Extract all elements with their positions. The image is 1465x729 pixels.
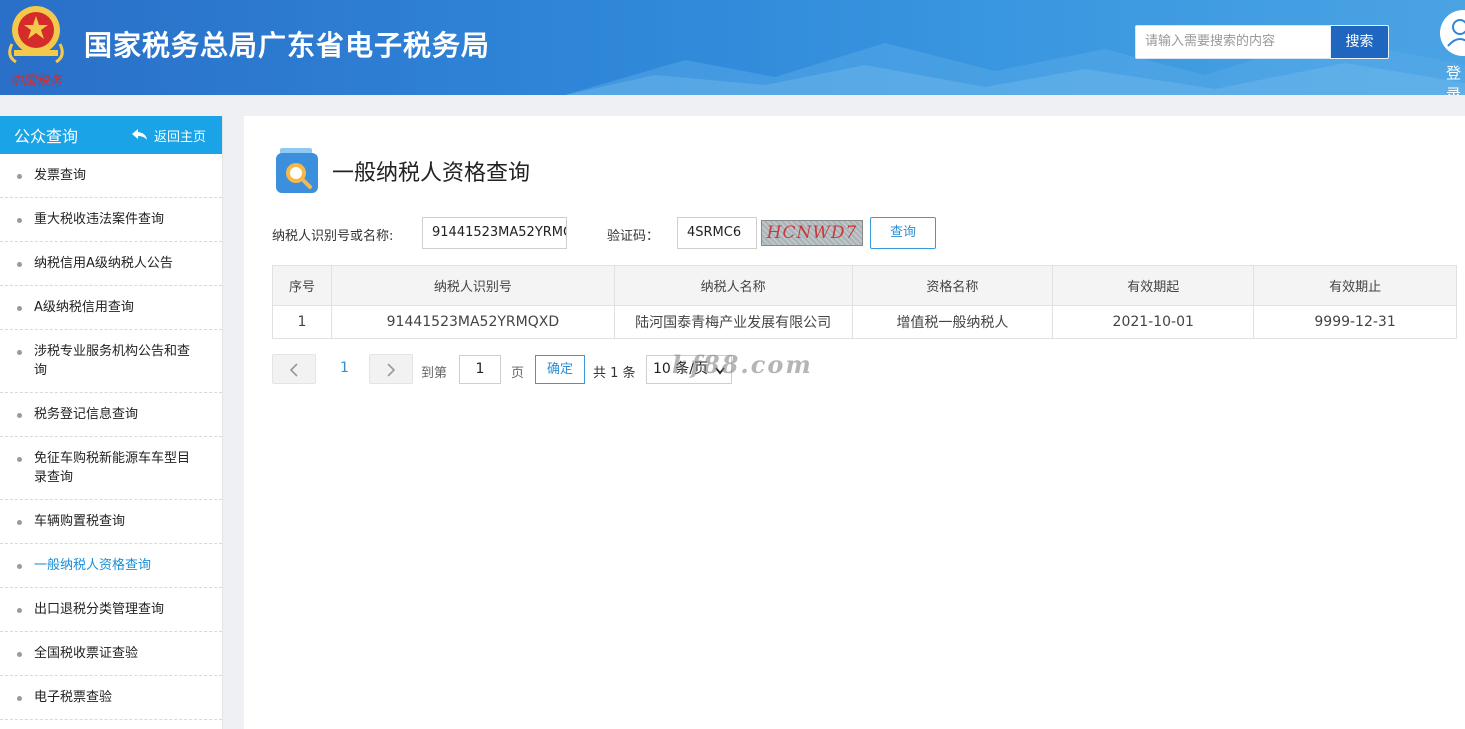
- sidebar-menu: 发票查询 重大税收违法案件查询 纳税信用A级纳税人公告 A级纳税信用查询 涉税专…: [0, 154, 222, 720]
- col-header-valid-to: 有效期止: [1253, 265, 1457, 306]
- sidebar-item-label: 全国税收票证查验: [34, 646, 139, 661]
- cell-taxpayer-name: 陆河国泰青梅产业发展有限公司: [613, 305, 853, 339]
- chevron-left-icon: [289, 363, 298, 377]
- next-page-button[interactable]: [369, 354, 413, 384]
- login-link[interactable]: 登录: [1446, 62, 1465, 95]
- site-title: 国家税务总局广东省电子税务局: [84, 29, 491, 62]
- sidebar-item-registration-info[interactable]: 税务登记信息查询: [0, 393, 222, 437]
- sidebar-item-ev-catalog[interactable]: 免征车购税新能源车车型目录查询: [0, 437, 222, 500]
- sidebar-item-tax-agency[interactable]: 涉税专业服务机构公告和查询: [0, 330, 222, 393]
- main-content: 一般纳税人资格查询 纳税人识别号或名称: 91441523MA52YRMQXD …: [244, 116, 1465, 729]
- page-header: 一般纳税人资格查询: [274, 148, 530, 194]
- query-button[interactable]: 查询: [870, 217, 936, 249]
- bullet-icon: [17, 608, 22, 613]
- bullet-icon: [17, 262, 22, 267]
- col-header-taxpayer-name: 纳税人名称: [613, 265, 853, 306]
- national-emblem-logo: 中国税务: [6, 4, 66, 90]
- sidebar: 公众查询 返回主页 发票查询 重大税收违法案件查询 纳税信用A级纳税人公告 A级…: [0, 116, 223, 729]
- back-home-link[interactable]: 返回主页: [131, 126, 206, 145]
- goto-page-input[interactable]: 1: [459, 355, 501, 384]
- table-header-row: 序号 纳税人识别号 纳税人名称 资格名称 有效期起 有效期止: [272, 265, 1457, 306]
- sidebar-item-label: 一般纳税人资格查询: [34, 558, 152, 573]
- sidebar-item-tax-voucher[interactable]: 全国税收票证查验: [0, 632, 222, 676]
- sidebar-title: 公众查询: [14, 127, 79, 146]
- sidebar-item-general-taxpayer[interactable]: 一般纳税人资格查询: [0, 544, 222, 588]
- table-row: 1 91441523MA52YRMQXD 陆河国泰青梅产业发展有限公司 增值税一…: [272, 305, 1457, 339]
- page-title: 一般纳税人资格查询: [332, 161, 531, 186]
- col-header-valid-from: 有效期起: [1052, 265, 1255, 306]
- sidebar-item-label: 电子税票查验: [34, 690, 113, 705]
- sidebar-item-a-credit-notice[interactable]: 纳税信用A级纳税人公告: [0, 242, 222, 286]
- captcha-input[interactable]: 4SRMC6: [677, 217, 757, 249]
- col-header-index: 序号: [272, 265, 332, 306]
- top-header: 中国税务 国家税务总局广东省电子税务局 请输入需要搜索的内容 搜索 登录: [0, 0, 1465, 95]
- page-unit-label: 页: [511, 366, 525, 381]
- bullet-icon: [17, 350, 22, 355]
- taxpayer-id-input[interactable]: 91441523MA52YRMQXD: [422, 217, 567, 249]
- sidebar-item-label: 纳税信用A级纳税人公告: [34, 256, 173, 271]
- sidebar-item-vehicle-tax[interactable]: 车辆购置税查询: [0, 500, 222, 544]
- bullet-icon: [17, 174, 22, 179]
- goto-confirm-button[interactable]: 确定: [535, 355, 585, 384]
- chevron-right-icon: [387, 363, 396, 377]
- query-form: 纳税人识别号或名称: 91441523MA52YRMQXD 验证码： 4SRMC…: [272, 217, 1452, 249]
- cell-valid-to: 9999-12-31: [1253, 305, 1457, 339]
- captcha-image[interactable]: HCNWD7: [761, 220, 863, 246]
- bullet-icon: [17, 564, 22, 569]
- col-header-qualification: 资格名称: [851, 265, 1054, 306]
- emblem-caption: 中国税务: [10, 74, 63, 89]
- sidebar-item-label: 车辆购置税查询: [34, 514, 126, 529]
- cell-qualification: 增值税一般纳税人: [851, 305, 1054, 339]
- bullet-icon: [17, 413, 22, 418]
- search-button[interactable]: 搜索: [1330, 25, 1389, 59]
- col-header-taxpayer-id: 纳税人识别号: [330, 265, 615, 306]
- sidebar-item-label: 涉税专业服务机构公告和查询: [34, 344, 191, 378]
- taxpayer-label: 纳税人识别号或名称:: [272, 229, 394, 244]
- sidebar-item-label: 免征车购税新能源车车型目录查询: [34, 451, 191, 485]
- sidebar-item-e-tax-receipt[interactable]: 电子税票查验: [0, 676, 222, 720]
- goto-label: 到第: [421, 366, 448, 381]
- sidebar-item-label: 税务登记信息查询: [34, 407, 139, 422]
- page-number-current[interactable]: 1: [340, 360, 349, 376]
- sidebar-item-label: 出口退税分类管理查询: [34, 602, 165, 617]
- bullet-icon: [17, 696, 22, 701]
- sidebar-item-export-rebate[interactable]: 出口退税分类管理查询: [0, 588, 222, 632]
- total-count: 共 1 条: [593, 366, 636, 381]
- bullet-icon: [17, 520, 22, 525]
- bullet-icon: [17, 652, 22, 657]
- sidebar-item-a-credit-query[interactable]: A级纳税信用查询: [0, 286, 222, 330]
- cell-taxpayer-id: 91441523MA52YRMQXD: [330, 305, 615, 339]
- sidebar-item-invoice-query[interactable]: 发票查询: [0, 154, 222, 198]
- search-document-icon: [274, 148, 320, 194]
- bullet-icon: [17, 218, 22, 223]
- back-arrow-icon: [131, 129, 147, 140]
- sidebar-item-label: 重大税收违法案件查询: [34, 212, 165, 227]
- bullet-icon: [17, 306, 22, 311]
- back-home-label: 返回主页: [153, 129, 206, 145]
- sidebar-item-label: 发票查询: [34, 168, 87, 183]
- watermark-text: kf88.com: [672, 350, 813, 379]
- sidebar-header: 公众查询 返回主页: [0, 116, 222, 154]
- sidebar-item-label: A级纳税信用查询: [34, 300, 134, 315]
- prev-page-button[interactable]: [272, 354, 316, 384]
- cell-index: 1: [272, 305, 332, 339]
- cell-valid-from: 2021-10-01: [1052, 305, 1255, 339]
- bullet-icon: [17, 457, 22, 462]
- user-avatar-icon[interactable]: [1440, 10, 1465, 56]
- captcha-label: 验证码：: [607, 229, 660, 244]
- sidebar-item-major-violation[interactable]: 重大税收违法案件查询: [0, 198, 222, 242]
- search-input[interactable]: 请输入需要搜索的内容: [1135, 25, 1331, 59]
- result-table: 序号 纳税人识别号 纳税人名称 资格名称 有效期起 有效期止 1 9144152…: [272, 265, 1457, 339]
